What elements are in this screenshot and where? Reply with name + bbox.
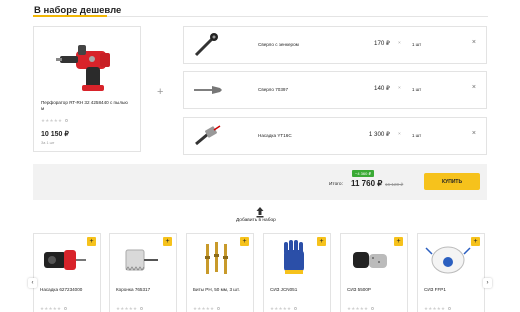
accessory-price: 1 300 ₽ <box>368 131 390 138</box>
product-name[interactable]: Коронка 765317 <box>116 287 150 292</box>
product-rating: ★★★★★ 0 <box>347 306 374 311</box>
rating-count: 0 <box>65 118 68 123</box>
product-rating: ★★★★★ 0 <box>424 306 451 311</box>
spade-drill-image[interactable] <box>190 76 224 104</box>
add-to-set-button[interactable]: + <box>87 237 96 246</box>
accessory-name[interactable]: Сверло 70397 <box>258 87 288 92</box>
product-rating: ★★★★★ 0 <box>193 306 220 311</box>
attachment-image[interactable] <box>40 238 88 278</box>
old-price: 16 120 ₽ <box>385 182 404 187</box>
rotary-hammer-image[interactable] <box>56 37 122 97</box>
add-to-set-label: Добавить в набор <box>236 218 276 223</box>
total-label: Итого: <box>329 182 343 187</box>
accessory-price: 140 ₽ <box>374 85 390 92</box>
add-to-set-button[interactable]: + <box>317 237 326 246</box>
product-rating: ★★★★★ 0 <box>40 306 67 311</box>
main-product-card[interactable]: Перфоратор RT-RH 32 4258440 с пылью м ★★… <box>33 26 141 152</box>
rating-count: 0 <box>294 306 297 311</box>
respirator-image[interactable] <box>424 238 472 278</box>
work-glove-image[interactable] <box>270 238 318 278</box>
screwdriver-bits-image[interactable] <box>193 238 241 278</box>
accessory-row: Сверло с зенкером 170 ₽ × 1 шт × <box>183 26 487 64</box>
accessory-row: Насадка YT16C 1 300 ₽ × 1 шт × <box>183 117 487 155</box>
product-name[interactable]: СИЗ JCN051 <box>270 287 297 292</box>
arrow-up-icon <box>256 207 264 218</box>
arrow-left-icon[interactable]: ‹ <box>28 278 37 288</box>
multiply-icon: × <box>398 132 401 137</box>
accessory-name[interactable]: Насадка YT16C <box>258 133 292 138</box>
product-card[interactable]: + СИЗ 5500P ★★★★★ 0 <box>340 233 408 312</box>
rating-count: 0 <box>140 306 143 311</box>
add-to-set-button[interactable]: + <box>240 237 249 246</box>
multiply-icon: × <box>398 86 401 91</box>
product-card[interactable]: + СИЗ FFP1 ★★★★★ 0 <box>417 233 485 312</box>
product-name[interactable]: Биты PH, 50 мм, 3 шт. <box>193 287 240 292</box>
multiply-icon: × <box>398 41 401 46</box>
rating-count: 0 <box>64 306 67 311</box>
total-price: 11 760 ₽ <box>351 179 383 188</box>
discount-badge: −4 360 ₽ <box>352 170 375 177</box>
countersink-drill-image[interactable] <box>190 31 224 59</box>
product-card[interactable]: + СИЗ JCN051 ★★★★★ 0 <box>263 233 331 312</box>
remove-accessory-button[interactable]: × <box>472 39 476 46</box>
product-rating: ★★★★★ 0 <box>116 306 143 311</box>
main-product-unit: За 1 шт <box>41 141 55 145</box>
product-card[interactable]: + Коронка 765317 ★★★★★ 0 <box>109 233 177 312</box>
rating-count: 0 <box>217 306 220 311</box>
accessory-name[interactable]: Сверло с зенкером <box>258 42 299 47</box>
plus-icon: + <box>157 86 164 98</box>
product-rating: ★★★★★ 0 <box>270 306 297 311</box>
accessory-quantity[interactable]: 1 шт <box>412 42 421 47</box>
accessory-price: 170 ₽ <box>374 40 390 47</box>
product-name[interactable]: СИЗ 5500P <box>347 287 371 292</box>
accessory-row: Сверло 70397 140 ₽ × 1 шт × <box>183 71 487 109</box>
main-product-rating: ★★★★★ 0 <box>41 118 68 123</box>
rating-count: 0 <box>371 306 374 311</box>
add-to-set-button[interactable]: + <box>471 237 480 246</box>
buy-button[interactable]: КУПИТЬ <box>424 173 480 190</box>
gloves-pair-image[interactable] <box>347 238 395 278</box>
product-card[interactable]: + Насадка 627234000 ★★★★★ 0 <box>33 233 101 312</box>
add-to-set-button[interactable]: + <box>394 237 403 246</box>
set-summary-bar: −4 360 ₽ Итого: 11 760 ₽ 16 120 ₽ КУПИТЬ <box>33 164 487 200</box>
accessory-quantity[interactable]: 1 шт <box>412 87 421 92</box>
main-product-price: 10 150 ₽ <box>41 131 69 138</box>
add-to-set-button[interactable]: + <box>163 237 172 246</box>
product-name[interactable]: Насадка 627234000 <box>40 287 82 292</box>
accessory-quantity[interactable]: 1 шт <box>412 133 421 138</box>
remove-accessory-button[interactable]: × <box>472 130 476 137</box>
nibbler-attachment-image[interactable] <box>190 122 224 150</box>
rating-count: 0 <box>448 306 451 311</box>
arrow-right-icon[interactable]: › <box>483 278 492 288</box>
hole-saw-image[interactable] <box>116 238 164 278</box>
product-name[interactable]: СИЗ FFP1 <box>424 287 446 292</box>
remove-accessory-button[interactable]: × <box>472 84 476 91</box>
main-product-name[interactable]: Перфоратор RT-RH 32 4258440 с пылью м <box>41 100 137 112</box>
title-underline <box>33 15 107 17</box>
product-card[interactable]: + Биты PH, 50 мм, 3 шт. ★★★★★ 0 <box>186 233 254 312</box>
